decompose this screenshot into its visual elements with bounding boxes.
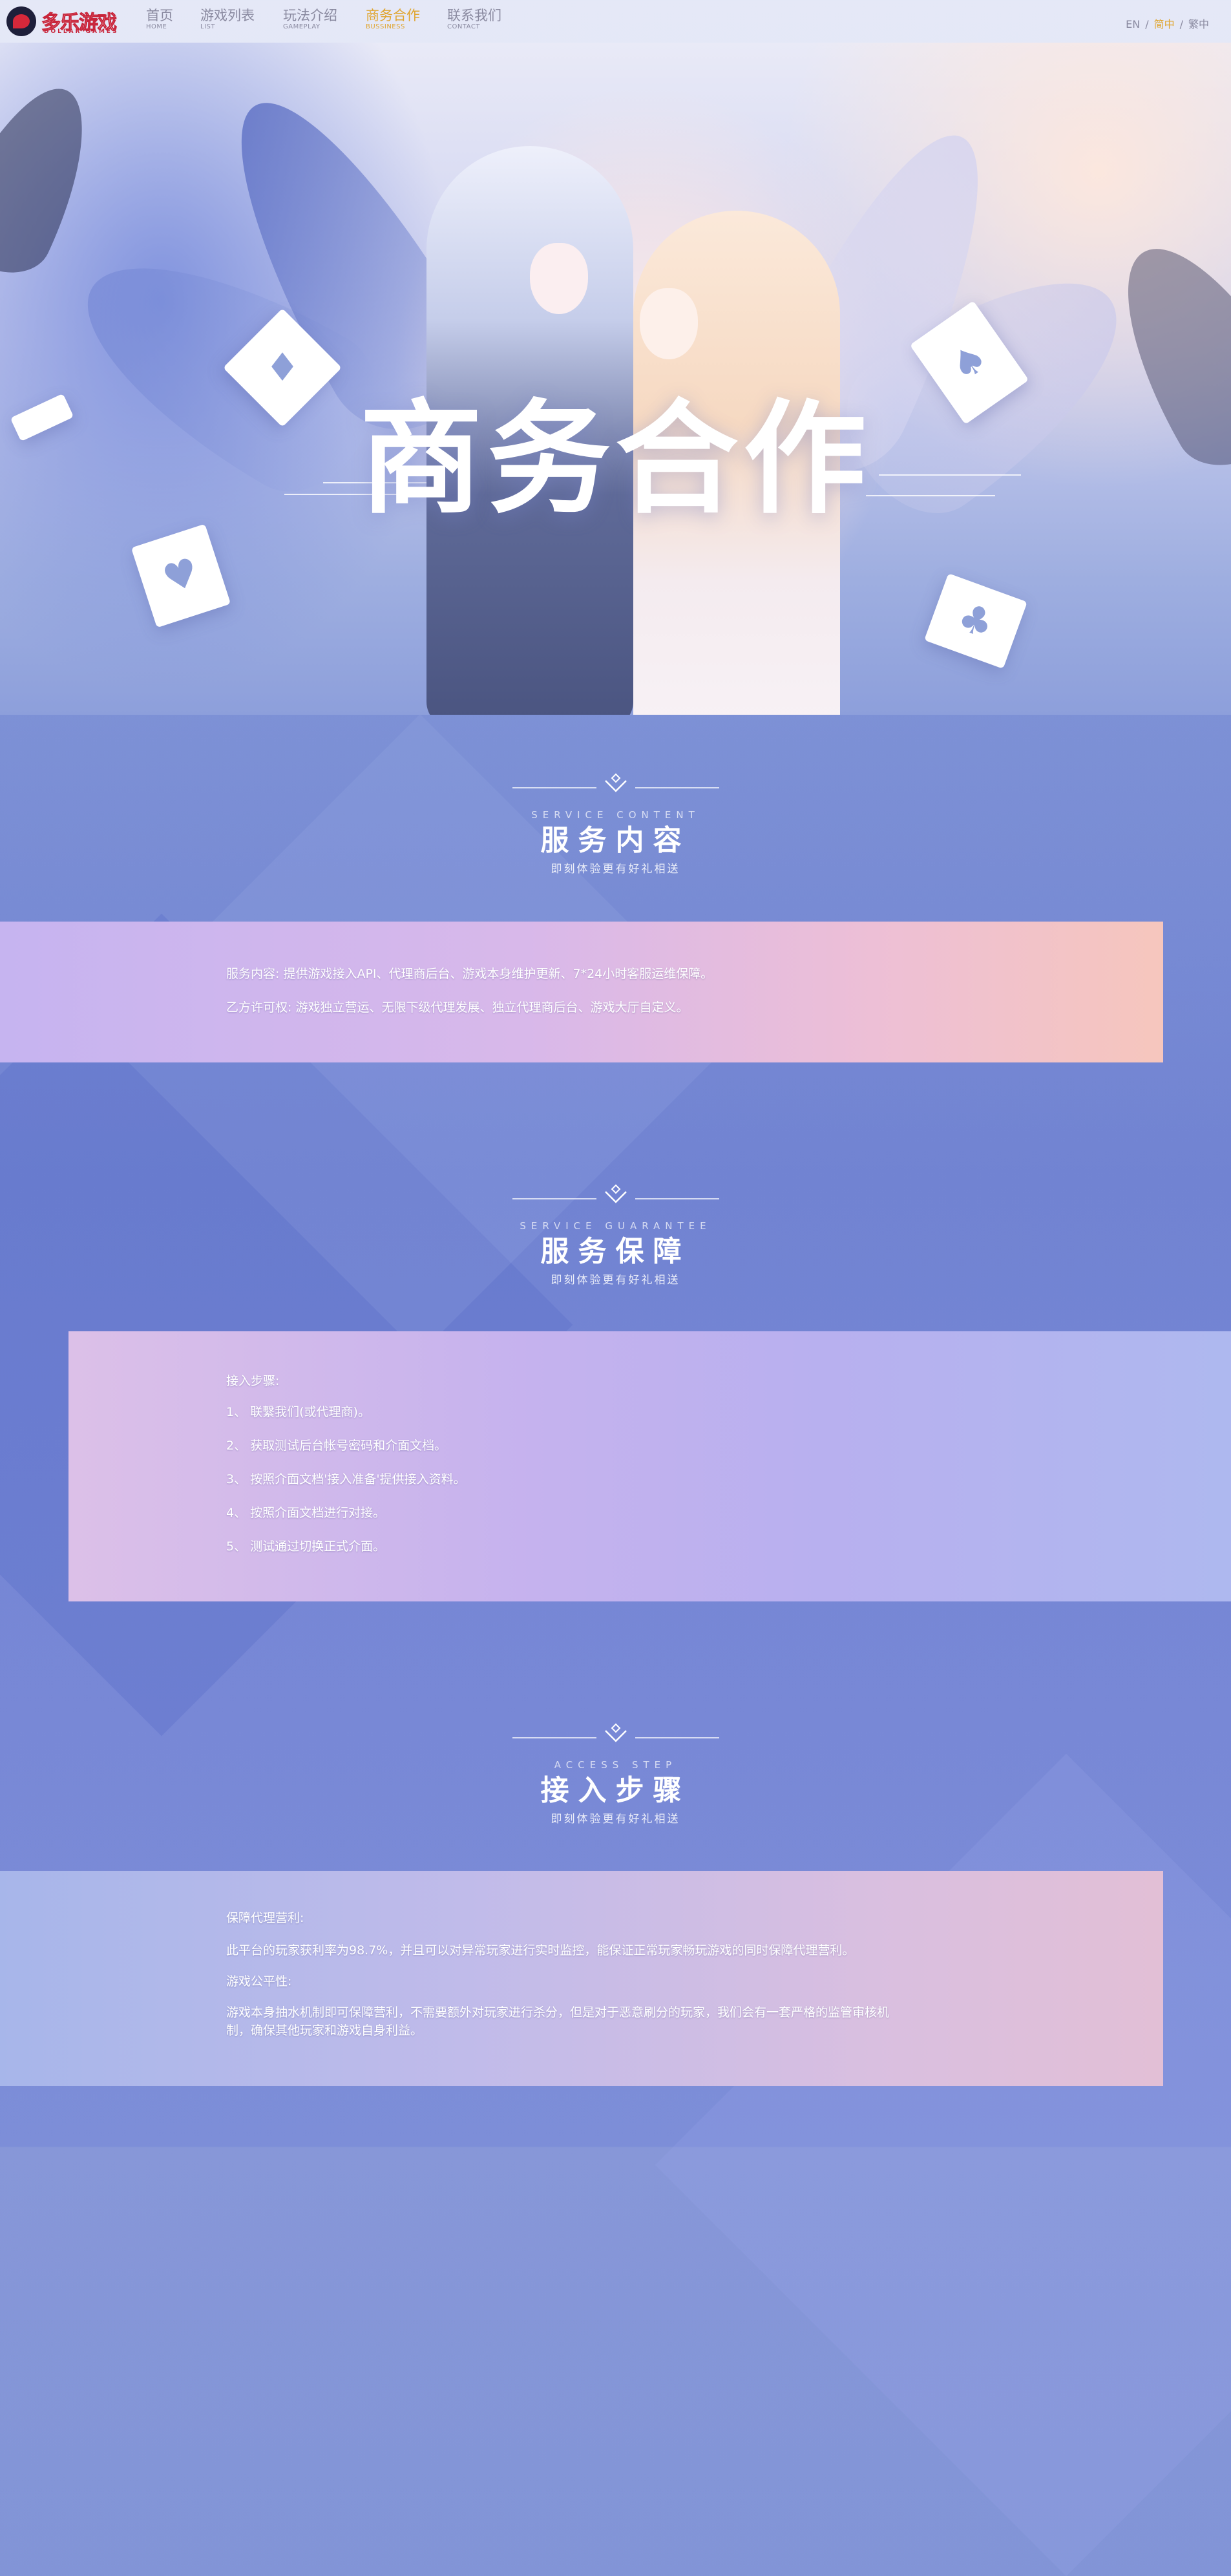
logo[interactable]: 多乐游戏 DOLLAR GAMES [6, 5, 126, 37]
nav-item-label: 游戏列表 [200, 8, 255, 23]
licensee-rights-line: 乙方许可权: 游戏独立营运、无限下级代理发展、独立代理商后台、游戏大厅自定义。 [226, 1000, 689, 1015]
section-divider [487, 1184, 745, 1210]
steps-heading: 接入步骤: [226, 1374, 280, 1388]
guarantee-panel: 保障代理营利: 此平台的玩家获利率为98.7%，并且可以对异常玩家进行实时监控，… [0, 1871, 1163, 2086]
section-title: 接入步骤 [540, 1774, 691, 1807]
step-item: 3、 按照介面文档'接入准备'提供接入资料。 [226, 1472, 466, 1486]
section-subtitle-en: ACCESS STEP [554, 1759, 677, 1771]
nav-item-sublabel: LIST [200, 23, 215, 30]
hero-title: 商务合作 [359, 388, 872, 531]
section-tagline: 即刻体验更有好礼相送 [551, 863, 680, 876]
chevron-diamond-icon [604, 1723, 627, 1742]
logo-subtext: DOLLAR GAMES [44, 28, 119, 35]
nav-item-label: 商务合作 [366, 8, 420, 23]
nav-item-contact[interactable]: 联系我们 CONTACT [447, 8, 501, 31]
chevron-diamond-icon [604, 1184, 627, 1203]
step-item: 5、 测试通过切换正式介面。 [226, 1539, 386, 1554]
section-header-access-step: ACCESS STEP 接入步骤 即刻体验更有好礼相送 [0, 1723, 1231, 1826]
step-item: 1、 联繫我们(或代理商)。 [226, 1405, 370, 1419]
section-title: 服务内容 [540, 824, 691, 857]
section-tagline: 即刻体验更有好礼相送 [551, 1274, 680, 1287]
section-divider [487, 773, 745, 799]
nav-item-sublabel: HOME [146, 23, 167, 30]
section-tagline: 即刻体验更有好礼相送 [551, 1813, 680, 1826]
top-nav: 多乐游戏 DOLLAR GAMES 首页 HOME 游戏列表 LIST 玩法介绍… [0, 0, 1231, 43]
nav-item-gameplay[interactable]: 玩法介绍 GAMEPLAY [283, 8, 337, 31]
service-content-line: 服务内容: 提供游戏接入API、代理商后台、游戏本身维护更新、7*24小时客服运… [226, 967, 713, 981]
step-item: 4、 按照介面文档进行对接。 [226, 1506, 386, 1520]
lang-separator: / [1179, 18, 1183, 30]
playing-card-club: ♣ [924, 573, 1027, 669]
heart-icon: ♥ [157, 549, 205, 603]
lang-zh-cn-link[interactable]: 简中 [1154, 18, 1175, 30]
agent-profit-text: 此平台的玩家获利率为98.7%，并且可以对异常玩家进行实时监控，能保证正常玩家畅… [226, 1943, 855, 1958]
nav-item-label: 首页 [146, 8, 173, 23]
section-subtitle-en: SERVICE GUARANTEE [520, 1220, 711, 1232]
nav-item-label: 联系我们 [447, 8, 501, 23]
step-item: 2、 获取测试后台帐号密码和介面文档。 [226, 1439, 447, 1453]
lang-en-link[interactable]: EN [1126, 18, 1140, 30]
chevron-diamond-icon [604, 773, 627, 792]
character-face [640, 288, 698, 359]
section-subtitle-en: SERVICE CONTENT [531, 809, 700, 821]
section-header-service-content: SERVICE CONTENT 服务内容 即刻体验更有好礼相送 [0, 773, 1231, 876]
lang-separator: / [1145, 18, 1149, 30]
fairness-text: 制，确保其他玩家和游戏自身利益。 [226, 2023, 423, 2038]
nav-item-sublabel: GAMEPLAY [283, 23, 321, 30]
access-steps-panel: 接入步骤: 1、 联繫我们(或代理商)。 2、 获取测试后台帐号密码和介面文档。… [68, 1331, 1231, 1601]
logo-icon [6, 6, 36, 36]
nav-item-home[interactable]: 首页 HOME [146, 8, 173, 31]
language-switcher: EN / 简中 / 繁中 [1123, 16, 1212, 31]
section-header-service-guarantee: SERVICE GUARANTEE 服务保障 即刻体验更有好礼相送 [0, 1184, 1231, 1287]
fairness-heading: 游戏公平性: [226, 1974, 292, 1989]
nav-item-business[interactable]: 商务合作 BUSSINESS [366, 8, 420, 31]
agent-profit-heading: 保障代理营利: [226, 1911, 304, 1925]
nav-item-sublabel: BUSSINESS [366, 23, 405, 30]
section-title: 服务保障 [540, 1235, 691, 1268]
section-divider [487, 1723, 745, 1749]
service-content-panel: 服务内容: 提供游戏接入API、代理商后台、游戏本身维护更新、7*24小时客服运… [0, 922, 1163, 1062]
club-icon: ♣ [951, 593, 1000, 649]
fairness-text: 游戏本身抽水机制即可保障营利，不需要额外对玩家进行杀分，但是对于恶意刷分的玩家，… [226, 2005, 890, 2020]
character-face [530, 243, 588, 314]
playing-card-heart: ♥ [131, 523, 231, 628]
hero-banner: ♦ ♠ ♥ ♣ 商务合作 [0, 43, 1231, 715]
lang-zh-tw-link[interactable]: 繁中 [1188, 18, 1209, 30]
nav-item-list[interactable]: 游戏列表 LIST [200, 8, 255, 31]
nav-item-label: 玩法介绍 [283, 8, 337, 23]
decorative-feather [0, 69, 114, 288]
nav-item-sublabel: CONTACT [447, 23, 480, 30]
